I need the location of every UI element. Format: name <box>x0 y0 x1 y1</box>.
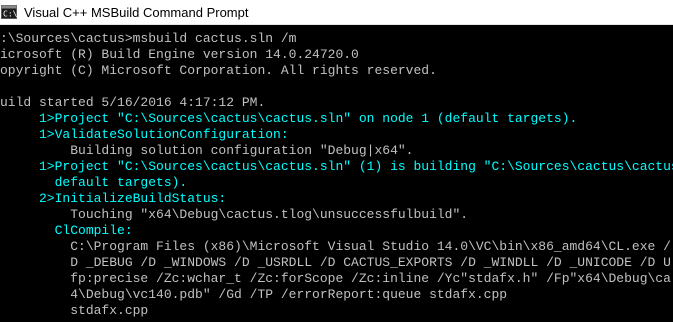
console-window-icon: C:\ <box>1 5 17 19</box>
svg-text:C:\: C:\ <box>3 10 17 19</box>
console-line: ClCompile: <box>0 223 133 238</box>
command-prompt-window: C:\ Visual C++ MSBuild Command Prompt :\… <box>0 0 673 322</box>
console-line: 1>Project "C:\Sources\cactus\cactus.sln"… <box>0 159 673 174</box>
console-line: Touching "x64\Debug\cactus.tlog\unsucces… <box>0 207 469 222</box>
title-bar[interactable]: C:\ Visual C++ MSBuild Command Prompt <box>0 0 673 25</box>
console-line: default targets). <box>0 175 188 190</box>
console-line: 1>ValidateSolutionConfiguration: <box>0 127 289 142</box>
console-output[interactable]: :\Sources\cactus>msbuild cactus.sln /m ic… <box>0 31 673 322</box>
console-line: :\Sources\cactus>msbuild cactus.sln /m <box>0 31 297 46</box>
console-line: opyright (C) Microsoft Corporation. All … <box>0 63 437 78</box>
console-line: 4\Debug\vc140.pdb" /Gd /TP /errorReport:… <box>0 287 508 302</box>
window-title: Visual C++ MSBuild Command Prompt <box>24 4 249 20</box>
console-line: C:\Program Files (x86)\Microsoft Visual … <box>0 239 671 254</box>
console-line: 2>InitializeBuildStatus: <box>0 191 227 206</box>
console-line: fp:precise /Zc:wchar_t /Zc:forScope /Zc:… <box>0 271 671 286</box>
console-line: 1>Project "C:\Sources\cactus\cactus.sln"… <box>0 111 578 126</box>
console-line: Building solution configuration "Debug|x… <box>0 143 414 158</box>
console-line: stdafx.cpp <box>0 303 149 318</box>
console-line: uild started 5/16/2016 4:17:12 PM. <box>0 95 266 110</box>
console-line: D _DEBUG /D _WINDOWS /D _USRDLL /D CACTU… <box>0 255 671 270</box>
console-line: icrosoft (R) Build Engine version 14.0.2… <box>0 47 359 62</box>
